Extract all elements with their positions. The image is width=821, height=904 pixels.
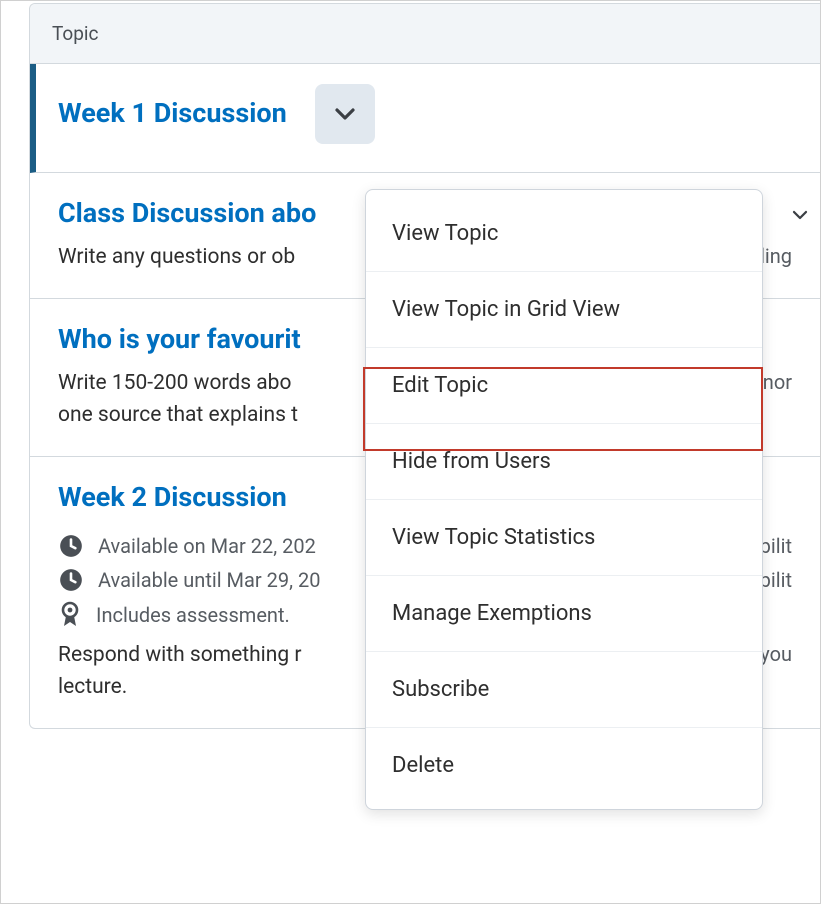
topic-actions-button[interactable] <box>315 84 375 144</box>
menu-item-subscribe[interactable]: Subscribe <box>366 652 762 728</box>
topic-title-link[interactable]: Week 1 Discussion <box>58 97 287 129</box>
menu-item-statistics[interactable]: View Topic Statistics <box>366 500 762 576</box>
topic-context-menu: View Topic View Topic in Grid View Edit … <box>365 189 763 810</box>
topic-title-link[interactable]: Week 2 Discussion <box>58 481 287 513</box>
chevron-down-icon <box>791 206 809 224</box>
menu-item-delete[interactable]: Delete <box>366 728 762 803</box>
text-fragment: you <box>760 639 792 670</box>
topic-title-link[interactable]: Who is your favourit <box>58 323 301 355</box>
menu-item-edit-topic[interactable]: Edit Topic <box>366 348 762 424</box>
topic-actions-button[interactable] <box>786 201 814 229</box>
topic-title-link[interactable]: Class Discussion abo <box>58 197 316 229</box>
clock-icon <box>58 533 84 559</box>
clock-icon <box>58 567 84 593</box>
ribbon-icon <box>58 601 82 629</box>
menu-item-exemptions[interactable]: Manage Exemptions <box>366 576 762 652</box>
menu-item-view-grid[interactable]: View Topic in Grid View <box>366 272 762 348</box>
chevron-down-icon <box>333 102 357 126</box>
menu-item-hide-users[interactable]: Hide from Users <box>366 424 762 500</box>
topic-row: Week 1 Discussion <box>30 64 820 173</box>
column-header-topic: Topic <box>30 4 820 64</box>
menu-item-view-topic[interactable]: View Topic <box>366 196 762 272</box>
